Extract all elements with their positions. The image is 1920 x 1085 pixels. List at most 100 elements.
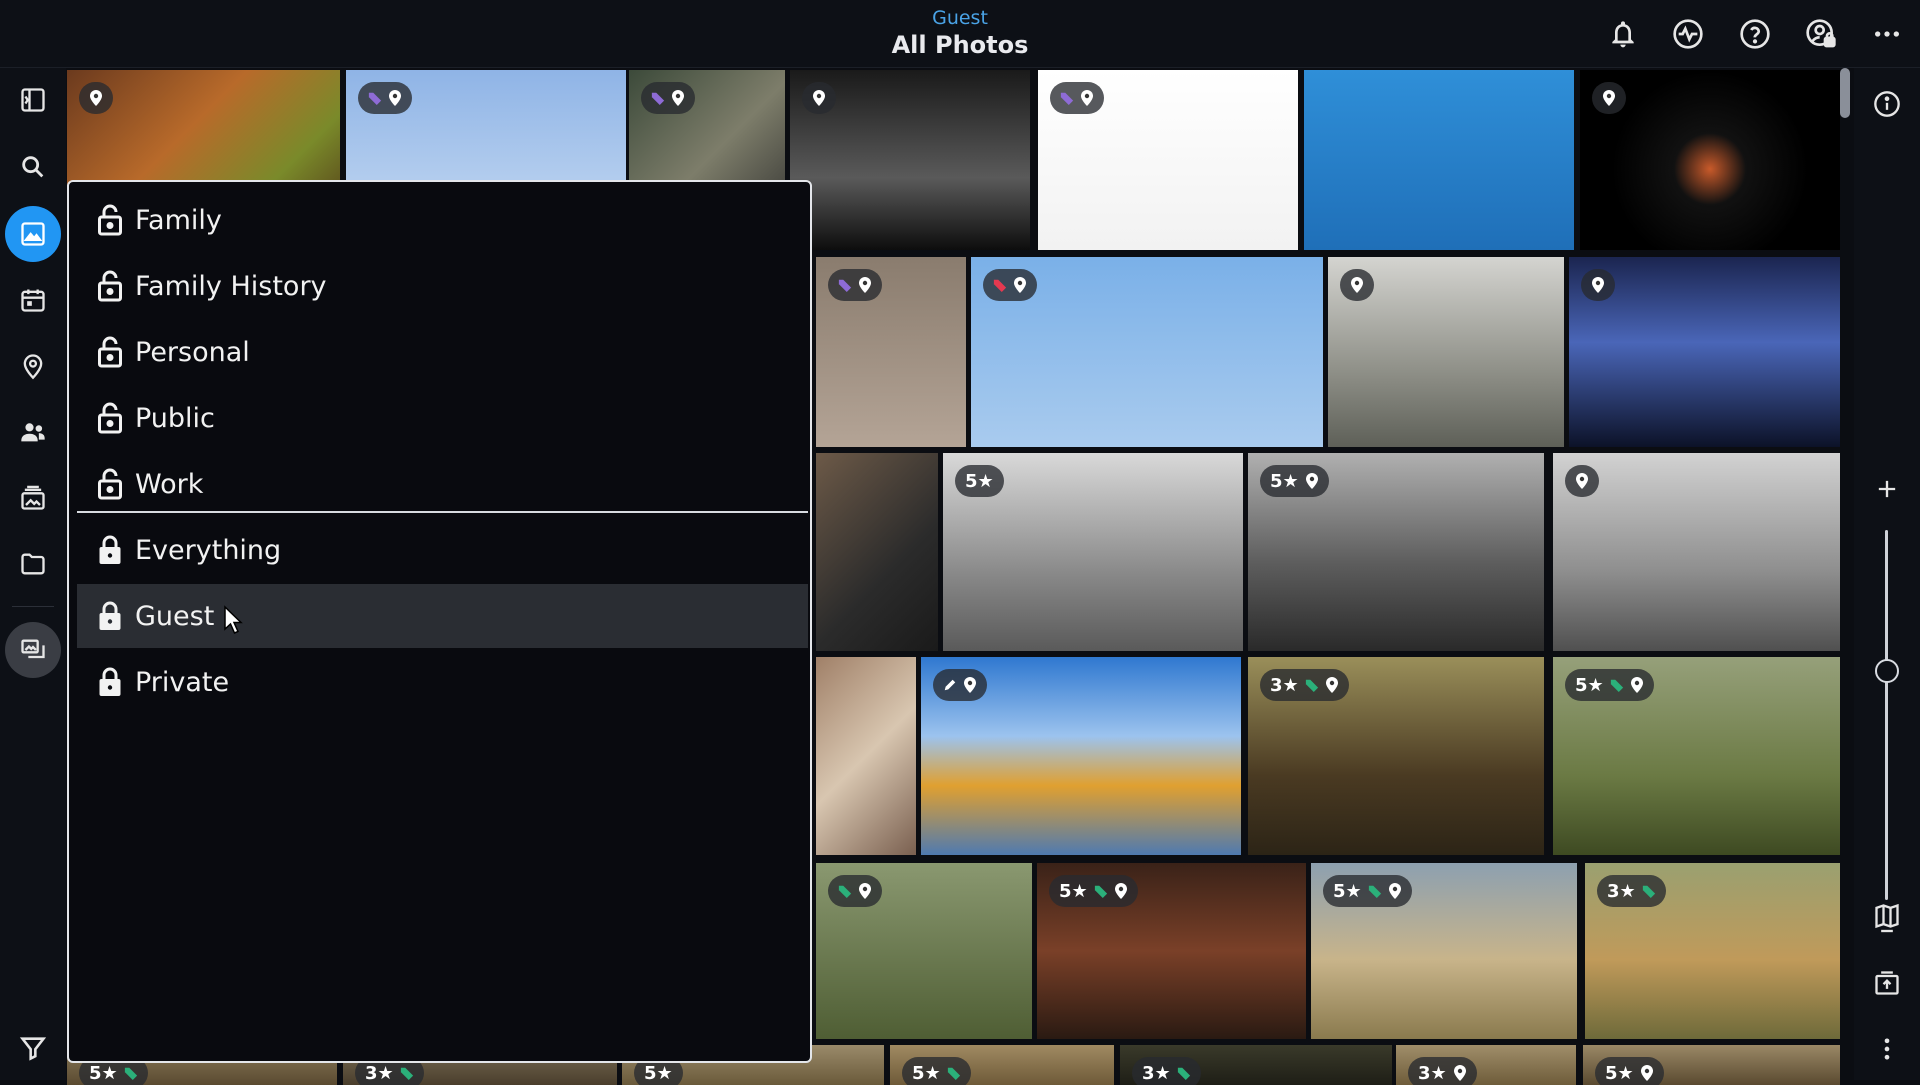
photo-thumbnail[interactable]	[1038, 70, 1298, 250]
lock-open-icon	[98, 336, 122, 368]
photo-thumbnail[interactable]: 5★	[1553, 657, 1840, 855]
activity-icon[interactable]	[1668, 14, 1708, 54]
view-option-work[interactable]: Work	[77, 452, 808, 516]
photo-thumbnail[interactable]: 5★	[1248, 453, 1544, 651]
photo-thumbnail[interactable]	[1304, 70, 1574, 250]
photo-thumbnail[interactable]: 3★	[1396, 1045, 1576, 1085]
view-option-label: Personal	[135, 336, 250, 368]
dropdown-divider	[77, 511, 808, 513]
photo-badge	[828, 269, 882, 301]
location-pin-icon	[1630, 677, 1643, 693]
photo-thumbnail[interactable]	[921, 657, 1241, 855]
photo-thumbnail[interactable]: 5★	[890, 1045, 1114, 1085]
label-tag-icon	[651, 92, 665, 105]
folders-icon[interactable]	[5, 536, 61, 592]
view-option-personal[interactable]: Personal	[77, 320, 808, 384]
left-navigation-rail	[0, 68, 66, 1080]
photo-thumbnail[interactable]: 5★	[1583, 1045, 1840, 1085]
view-option-label: Guest	[135, 600, 215, 632]
label-tag-icon	[1642, 885, 1655, 898]
photo-badge	[828, 875, 882, 907]
view-option-family[interactable]: Family	[77, 188, 808, 252]
places-icon[interactable]	[5, 338, 61, 394]
view-option-guest[interactable]: Guest	[77, 584, 808, 648]
rating-label: 5★	[965, 470, 994, 492]
rating-label: 3★	[1270, 674, 1299, 696]
photos-icon[interactable]	[5, 206, 61, 262]
view-option-private[interactable]: Private	[77, 650, 808, 714]
library-icon[interactable]	[5, 622, 61, 678]
location-pin-icon	[1603, 90, 1615, 106]
location-pin-icon	[90, 90, 102, 106]
calendar-icon[interactable]	[5, 272, 61, 328]
location-pin-icon	[1351, 277, 1363, 293]
label-tag-icon	[947, 1067, 960, 1080]
location-pin-icon	[964, 677, 976, 693]
help-icon[interactable]	[1735, 14, 1775, 54]
sidebar-toggle-icon[interactable]	[5, 72, 61, 128]
photo-thumbnail[interactable]	[790, 70, 1030, 250]
location-pin-icon	[1453, 1065, 1466, 1081]
map-book-icon[interactable]	[1867, 896, 1907, 936]
photo-badge	[358, 82, 412, 114]
photo-thumbnail[interactable]	[1553, 453, 1840, 651]
photo-badge: 3★	[1408, 1057, 1477, 1085]
location-pin-icon	[1014, 277, 1026, 293]
albums-icon[interactable]	[5, 470, 61, 526]
search-icon[interactable]	[5, 139, 61, 195]
photo-badge	[1340, 269, 1374, 301]
rating-label: 3★	[1607, 880, 1636, 902]
filter-icon[interactable]	[5, 1020, 61, 1076]
location-pin-icon	[1081, 90, 1093, 106]
photo-thumbnail[interactable]	[1569, 257, 1840, 447]
photo-thumbnail[interactable]: 3★	[1248, 657, 1544, 855]
lock-open-icon	[98, 270, 122, 302]
lock-closed-icon	[99, 667, 121, 696]
more-horizontal-icon[interactable]	[1867, 14, 1907, 54]
zoom-in-icon[interactable]	[1867, 469, 1907, 509]
rating-label: 5★	[1605, 1062, 1634, 1084]
rating-label: 5★	[644, 1062, 673, 1084]
zoom-slider-track[interactable]	[1885, 530, 1888, 900]
photo-thumbnail[interactable]: 3★	[1585, 863, 1840, 1039]
view-option-family-history[interactable]: Family History	[77, 254, 808, 318]
photo-thumbnail[interactable]: 5★	[1311, 863, 1577, 1039]
photo-thumbnail[interactable]	[816, 257, 966, 447]
rating-label: 5★	[1333, 880, 1362, 902]
lock-open-icon	[98, 402, 122, 434]
label-tag-icon	[838, 279, 852, 292]
photo-badge	[802, 82, 836, 114]
photo-thumbnail[interactable]: 5★	[1037, 863, 1306, 1039]
label-tag-icon	[368, 92, 382, 105]
photo-thumbnail[interactable]	[1328, 257, 1564, 447]
view-option-public[interactable]: Public	[77, 386, 808, 450]
view-switcher-dropdown: Family Family History Personal Public Wo…	[67, 180, 812, 1063]
info-icon[interactable]	[1867, 84, 1907, 124]
rating-label: 5★	[89, 1062, 118, 1084]
view-option-label: Work	[135, 468, 204, 500]
photo-thumbnail[interactable]	[816, 657, 916, 855]
photo-thumbnail[interactable]	[816, 453, 938, 651]
photo-thumbnail[interactable]	[816, 863, 1032, 1039]
label-tag-icon	[124, 1067, 137, 1080]
location-pin-icon	[1305, 473, 1318, 489]
people-icon[interactable]	[5, 404, 61, 460]
photo-badge	[1565, 465, 1599, 497]
zoom-slider-thumb[interactable]	[1875, 658, 1899, 683]
photo-thumbnail[interactable]	[971, 257, 1323, 447]
upload-icon[interactable]	[1867, 963, 1907, 1003]
photo-badge: 3★	[1597, 875, 1666, 907]
more-vertical-icon[interactable]	[1867, 1029, 1907, 1069]
bell-icon[interactable]	[1603, 14, 1643, 54]
view-option-everything[interactable]: Everything	[77, 518, 808, 582]
location-pin-icon	[1114, 883, 1127, 899]
photo-thumbnail[interactable]: 5★	[943, 453, 1243, 651]
account-lock-icon[interactable]	[1801, 14, 1841, 54]
photo-thumbnail[interactable]: 3★	[1120, 1045, 1392, 1085]
top-bar: Guest All Photos	[0, 0, 1920, 68]
photo-badge: 5★	[1323, 875, 1412, 907]
location-pin-icon	[1576, 473, 1588, 489]
photo-thumbnail[interactable]	[1580, 70, 1840, 250]
scrollbar-thumb[interactable]	[1840, 68, 1850, 118]
location-pin-icon	[859, 277, 871, 293]
